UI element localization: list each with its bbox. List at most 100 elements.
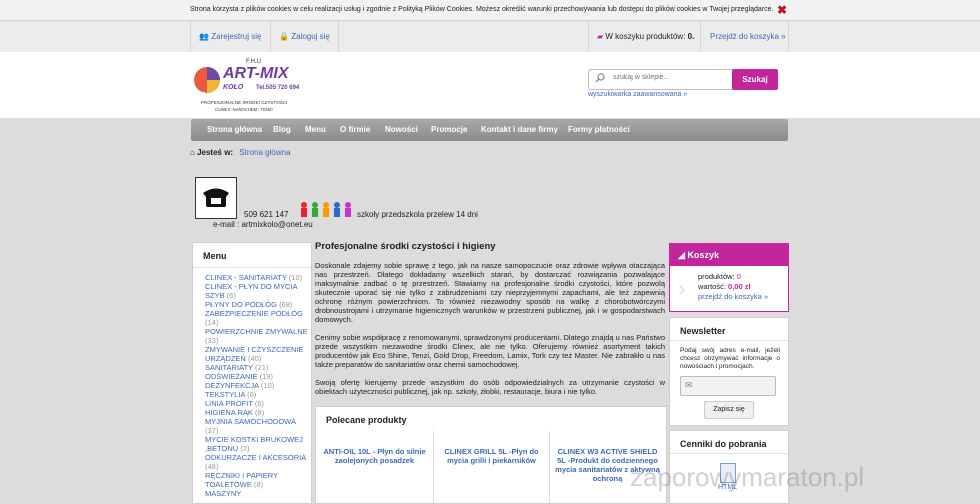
product-title[interactable]: ANTI-OIL 10L - Płyn do silnie zaolejonyc… xyxy=(320,447,429,465)
sidebar-item[interactable]: CLINEX - SANITARIATY (10) xyxy=(205,273,309,282)
register-label[interactable]: Zarejestruj się xyxy=(211,32,261,41)
producers-paragraph: Cenimy sobie współpracę z renomowanymi, … xyxy=(315,333,665,369)
search-box xyxy=(588,69,734,90)
divider xyxy=(190,21,191,52)
cart-value-row: wartość: 0,00 zł xyxy=(698,282,751,291)
cart-widget: ◢ Koszyk › produktów: 0 wartość: 0,00 zł… xyxy=(669,243,789,312)
cart-products-row: produktów: 0 xyxy=(698,272,741,281)
nav-item-promotions[interactable]: Promocje xyxy=(431,119,467,141)
sidebar-item[interactable]: LINIA PROFIT (6) xyxy=(205,399,309,408)
email-label: e-mail : xyxy=(213,220,240,229)
sidebar-item[interactable]: ODŚWIEŻANIE (19) xyxy=(205,372,309,381)
sidebar-item[interactable]: RĘCZNIKI I PAPIERY TOALETOWE (8) xyxy=(205,471,309,489)
sidebar-item[interactable]: MYJNIA SAMOCHODOWA (37) xyxy=(205,417,309,435)
cart-link[interactable]: przejdź do koszyka » xyxy=(698,292,768,301)
sidebar-item[interactable]: HIGIENA RĄK (8) xyxy=(205,408,309,417)
newsletter-text: Podaj swój adres e-mail, jeżeli chcesz o… xyxy=(680,347,780,370)
sidebar-item[interactable]: ODKURZACZE I AKCESORIA (48) xyxy=(205,453,309,471)
register-link[interactable]: 👥 Zarejestruj się xyxy=(199,21,261,52)
sidebar-item[interactable]: ZABEZPIECZENIE PODŁÓG (14) xyxy=(205,309,309,327)
login-label[interactable]: Zaloguj się xyxy=(291,32,330,41)
watermark: zaporowymaraton.pl xyxy=(630,462,865,492)
logo-graphic: ART-MIX F.H.U KOŁO Tel.505 720 694 2010 … xyxy=(194,59,300,112)
page-title: Profesjonalne środki czystości i higieny xyxy=(315,241,496,252)
logo-sub: KOŁO xyxy=(223,84,244,91)
cart-title: Koszyk xyxy=(687,250,719,260)
cart-summary-label: W koszyku produktów: xyxy=(605,32,686,41)
divider xyxy=(193,267,311,268)
sidebar-item[interactable]: ZMYWANIE I CZYSZCZENIE URZĄDZEŃ (40) xyxy=(205,345,309,363)
category-list: CLINEX - SANITARIATY (10) CLINEX - PŁYN … xyxy=(205,273,309,498)
newsletter-email-input[interactable]: ✉ xyxy=(680,376,776,396)
newsletter-title: Newsletter xyxy=(680,326,726,336)
sidebar-item[interactable]: SANITARIATY (21) xyxy=(205,363,309,372)
breadcrumb-current[interactable]: Strona główna xyxy=(239,148,290,157)
nav-item-blog[interactable]: Blog xyxy=(273,119,291,141)
home-icon: ⌂ xyxy=(190,148,195,157)
logo-prefix: F.H.U xyxy=(246,59,261,65)
main-content: Profesjonalne środki czystości i higieny… xyxy=(315,242,665,405)
intro-paragraph: Doskonale zdajemy sobie sprawę z tego, j… xyxy=(315,261,665,324)
sidebar-item[interactable]: PŁYNY DO PODŁÓG (68) xyxy=(205,300,309,309)
cart-header: ◢ Koszyk xyxy=(670,244,788,266)
user-add-icon: 👥 xyxy=(199,32,209,41)
cookie-text: Strona korzysta z plików cookies w celu … xyxy=(190,6,774,13)
cart-summary: ▰ W koszyku produktów: 0. xyxy=(597,32,695,41)
nav-item-home[interactable]: Strona główna xyxy=(207,119,262,141)
divider xyxy=(670,453,788,454)
product-title[interactable]: CLINEX GRILL 5L -Płyn do mycia grilli i … xyxy=(437,447,546,465)
divider xyxy=(588,21,589,52)
logo-tagline-2: CLINEX -NANOCHEM , TENZI xyxy=(215,107,273,112)
sidebar-item[interactable]: CLINEX - PŁYN DO MYCIA SZYB (6) xyxy=(205,282,309,300)
logo-tagline: PROFESJONALNE ŚRODKI CZYSTOŚCI xyxy=(201,98,287,105)
nav-item-new[interactable]: Nowości xyxy=(385,119,418,141)
envelope-icon: ✉ xyxy=(685,380,693,390)
advanced-search-link[interactable]: wyszukiwarka zaawansowana » xyxy=(588,91,687,98)
cart-icon: ▰ xyxy=(597,32,604,41)
divider xyxy=(788,21,789,52)
divider xyxy=(700,21,701,52)
recommended-products: Polecane produkty ANTI-OIL 10L - Płyn do… xyxy=(315,406,667,504)
kids-icon xyxy=(298,200,355,220)
go-to-cart-link[interactable]: Przejdź do koszyka » xyxy=(710,21,786,52)
logo[interactable]: ART-MIX F.H.U KOŁO Tel.505 720 694 2010 … xyxy=(193,56,313,116)
nav-item-payment[interactable]: Formy płatności xyxy=(568,119,630,141)
sidebar-item[interactable]: POWIERZCHNIE ZMYWALNE (33) xyxy=(205,327,309,345)
login-link[interactable]: 🔒 Zaloguj się xyxy=(279,21,330,52)
divider xyxy=(338,21,339,52)
close-icon[interactable]: ✖ xyxy=(777,3,787,17)
main-nav: Strona główna Blog Menu O firmie Nowości… xyxy=(191,119,788,141)
chevron-right-icon: › xyxy=(678,276,686,301)
subscribe-button[interactable]: Zapisz się xyxy=(704,401,754,419)
header xyxy=(0,52,980,118)
phone-icon xyxy=(195,177,237,219)
contact-note: szkoły przedszkola przelew 14 dni xyxy=(357,210,478,219)
top-bar: 👥 Zarejestruj się 🔒 Zaloguj się ▰ W kosz… xyxy=(0,21,980,53)
search-button[interactable]: Szukaj xyxy=(732,69,778,90)
sidebar-item[interactable]: TEKSTYLIA (6) xyxy=(205,390,309,399)
sidebar-title: Menu xyxy=(203,251,227,261)
sidebar-menu: Menu CLINEX - SANITARIATY (10) CLINEX - … xyxy=(192,242,312,504)
newsletter-box: Newsletter Podaj swój adres e-mail, jeże… xyxy=(669,317,789,426)
sidebar-item[interactable]: MYCIE KOSTKI BRUKOWEJ ,BETONU (2) xyxy=(205,435,309,453)
email-value: artmixkolo@onet.eu xyxy=(241,220,313,229)
logo-name: ART-MIX xyxy=(222,65,290,82)
cart-icon: ◢ xyxy=(678,250,685,260)
product-card[interactable]: CLINEX GRILL 5L -Płyn do mycia grilli i … xyxy=(433,431,549,503)
nav-item-menu[interactable]: Menu xyxy=(305,119,326,141)
search-icon xyxy=(595,73,605,85)
divider xyxy=(670,340,788,341)
offer-paragraph: Swoją ofertę kierujemy przede wszystkim … xyxy=(315,378,665,396)
product-card[interactable]: ANTI-OIL 10L - Płyn do silnie zaolejonyc… xyxy=(317,431,432,503)
breadcrumb: ⌂ Jesteś w: Strona główna xyxy=(190,148,291,157)
nav-item-about[interactable]: O firmie xyxy=(340,119,370,141)
sidebar-item[interactable]: DEZYNFEKCJA (10) xyxy=(205,381,309,390)
sidebar-item[interactable]: MASZYNY xyxy=(205,489,309,498)
go-to-cart-label[interactable]: Przejdź do koszyka » xyxy=(710,32,786,41)
nav-item-contact[interactable]: Kontakt i dane firmy xyxy=(481,119,558,141)
logo-phone: Tel.505 720 694 xyxy=(256,85,300,91)
contact-phone: 509 621 147 xyxy=(244,210,289,219)
divider xyxy=(270,21,271,52)
search-input[interactable] xyxy=(611,73,733,82)
lock-icon: 🔒 xyxy=(279,32,289,41)
